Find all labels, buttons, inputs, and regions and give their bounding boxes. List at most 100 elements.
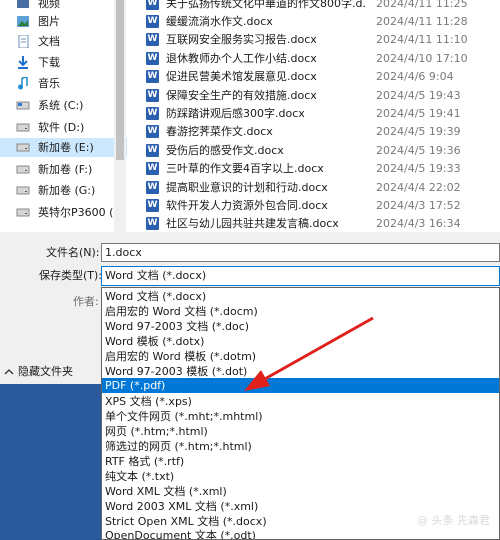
- nav-item-label: 音乐: [38, 77, 60, 90]
- file-name: 社区与幼儿园共驻共建发言稿.docx: [166, 217, 339, 230]
- background-area: [0, 384, 101, 540]
- word-file-icon: W: [146, 0, 159, 10]
- file-date: 2024/4/11 11:28: [376, 15, 468, 28]
- drive-icon: [16, 163, 30, 176]
- file-name: 缓缓流淌水作文.docx: [166, 15, 273, 28]
- word-file-icon: W: [146, 162, 159, 175]
- file-name: 受伤后的感受作文.docx: [166, 144, 284, 157]
- option-filtered-html[interactable]: 筛选过的网页 (*.htm;*.html): [102, 439, 499, 454]
- file-date: 2024/4/5 19:41: [376, 107, 461, 120]
- nav-item-label: 软件 (D:): [38, 121, 85, 134]
- word-file-icon: W: [146, 217, 159, 230]
- file-row[interactable]: W 三叶草的作文要4百字以上.docx 2024/4/5 19:33: [128, 159, 500, 178]
- file-row[interactable]: W 退休教师办个人工作小结.docx 2024/4/10 17:10: [128, 49, 500, 68]
- file-date: 2024/4/5 19:43: [376, 89, 461, 102]
- filename-label: 文件名(N):: [46, 246, 100, 259]
- file-name: 春游挖荠菜作文.docx: [166, 125, 273, 138]
- document-icon: [16, 34, 30, 49]
- file-name: 保障安全生产的有效措施.docx: [166, 89, 317, 102]
- save-type-select[interactable]: Word 文档 (*.docx): [101, 266, 500, 286]
- option-odt[interactable]: OpenDocument 文本 (*.odt): [102, 528, 499, 539]
- option-pdf[interactable]: PDF (*.pdf): [102, 378, 499, 393]
- word-file-icon: W: [146, 33, 159, 46]
- file-row[interactable]: W 春游挖荠菜作文.docx 2024/4/5 19:39: [128, 122, 500, 141]
- file-name: 退休教师办个人工作小结.docx: [166, 52, 317, 65]
- nav-item-label: 文档: [38, 35, 60, 48]
- nav-item-drive-h[interactable]: 英特尔P3600 (H: [0, 203, 127, 222]
- option-word2003-xml[interactable]: Word 2003 XML 文档 (*.xml): [102, 499, 499, 514]
- file-row[interactable]: W 互联网安全服务实习报告.docx 2024/4/11 11:10: [128, 30, 500, 49]
- file-row[interactable]: W 促进民营美术馆发展意见.docx 2024/4/6 9:04: [128, 67, 500, 86]
- filename-input[interactable]: 1.docx: [101, 243, 500, 262]
- download-icon: [16, 56, 30, 69]
- option-word-xml[interactable]: Word XML 文档 (*.xml): [102, 484, 499, 499]
- hide-folders-label: 隐藏文件夹: [18, 365, 73, 378]
- drive-icon: [16, 206, 30, 219]
- drive-icon: [16, 184, 30, 197]
- file-date: 2024/4/10 17:10: [376, 52, 468, 65]
- option-docm[interactable]: 启用宏的 Word 文档 (*.docm): [102, 304, 499, 319]
- option-dot[interactable]: Word 97-2003 模板 (*.dot): [102, 364, 499, 379]
- nav-item-label: 新加卷 (E:): [38, 141, 94, 154]
- file-date: 2024/4/5 19:33: [376, 162, 461, 175]
- file-name: 三叶草的作文要4百字以上.docx: [166, 162, 324, 175]
- nav-item-drive-f[interactable]: 新加卷 (F:): [0, 160, 127, 179]
- file-row[interactable]: W 缓缓流淌水作文.docx 2024/4/11 11:28: [128, 12, 500, 31]
- option-rtf[interactable]: RTF 格式 (*.rtf): [102, 454, 499, 469]
- file-row[interactable]: W 防踩踏讲观后感300字.docx 2024/4/5 19:41: [128, 104, 500, 123]
- file-list: W 关于弘扬传统文化中華道的作文800字.d... 2024/4/11 11:25 …: [128, 0, 500, 232]
- word-file-icon: W: [146, 70, 159, 83]
- option-docx[interactable]: Word 文档 (*.docx): [102, 289, 499, 304]
- navigation-pane: 视频 图片 文档 下载 音乐 系统 (C:) 软件 (D:) 新加卷 (E:) …: [0, 0, 128, 232]
- nav-item-pictures[interactable]: 图片: [0, 12, 127, 31]
- file-name: 防踩踏讲观后感300字.docx: [166, 107, 305, 120]
- word-file-icon: W: [146, 52, 159, 65]
- file-row[interactable]: W 提高职业意识的计划和行动.docx 2024/4/4 22:02: [128, 178, 500, 197]
- nav-item-music[interactable]: 音乐: [0, 74, 127, 93]
- word-file-icon: W: [146, 15, 159, 28]
- word-file-icon: W: [146, 144, 159, 157]
- nav-item-label: 新加卷 (F:): [38, 163, 93, 176]
- save-type-dropdown[interactable]: Word 文档 (*.docx) 启用宏的 Word 文档 (*.docm) W…: [101, 287, 500, 540]
- file-date: 2024/4/3 16:34: [376, 217, 461, 230]
- author-label: 作者:: [73, 295, 99, 308]
- file-row[interactable]: W 受伤后的感受作文.docx 2024/4/5 19:36: [128, 141, 500, 160]
- nav-item-documents[interactable]: 文档: [0, 32, 127, 51]
- chevron-up-icon: [4, 369, 14, 375]
- file-name: 提高职业意识的计划和行动.docx: [166, 181, 328, 194]
- file-date: 2024/4/6 9:04: [376, 70, 454, 83]
- nav-item-drive-d[interactable]: 软件 (D:): [0, 118, 127, 137]
- save-type-value: Word 文档 (*.docx): [105, 269, 207, 282]
- nav-item-drive-g[interactable]: 新加卷 (G:): [0, 181, 127, 200]
- video-icon: [16, 0, 30, 10]
- option-mhtml[interactable]: 单个文件网页 (*.mht;*.mhtml): [102, 409, 499, 424]
- word-file-icon: W: [146, 199, 159, 212]
- file-row[interactable]: W 保障安全生产的有效措施.docx 2024/4/5 19:43: [128, 86, 500, 105]
- option-xps[interactable]: XPS 文档 (*.xps): [102, 394, 499, 409]
- option-html[interactable]: 网页 (*.htm;*.html): [102, 424, 499, 439]
- nav-item-drive-e[interactable]: 新加卷 (E:): [0, 138, 127, 157]
- nav-item-drive-c[interactable]: 系统 (C:): [0, 96, 127, 115]
- nav-item-downloads[interactable]: 下载: [0, 53, 127, 72]
- file-date: 2024/4/11 11:10: [376, 33, 468, 46]
- word-file-icon: W: [146, 181, 159, 194]
- option-doc[interactable]: Word 97-2003 文档 (*.doc): [102, 319, 499, 334]
- file-row[interactable]: W 社区与幼儿园共驻共建发言稿.docx 2024/4/3 16:34: [128, 214, 500, 232]
- nav-item-label: 图片: [38, 15, 60, 28]
- word-file-icon: W: [146, 125, 159, 138]
- option-dotm[interactable]: 启用宏的 Word 模板 (*.dotm): [102, 349, 499, 364]
- option-dotx[interactable]: Word 模板 (*.dotx): [102, 334, 499, 349]
- music-icon: [16, 76, 30, 90]
- file-date: 2024/4/5 19:36: [376, 144, 461, 157]
- save-type-label: 保存类型(T):: [39, 269, 103, 282]
- file-name: 软件开发人力资源外包合同.docx: [166, 199, 328, 212]
- option-txt[interactable]: 纯文本 (*.txt): [102, 469, 499, 484]
- hide-folders-button[interactable]: 隐藏文件夹: [0, 360, 100, 384]
- file-row[interactable]: W 软件开发人力资源外包合同.docx 2024/4/3 17:52: [128, 196, 500, 215]
- word-file-icon: W: [146, 107, 159, 120]
- nav-item-label: 系统 (C:): [38, 99, 84, 112]
- file-name: 互联网安全服务实习报告.docx: [166, 33, 317, 46]
- drive-icon: [16, 99, 30, 112]
- watermark: @ 头条 先森君: [417, 514, 490, 527]
- nav-scrollbar-thumb[interactable]: [116, 0, 124, 160]
